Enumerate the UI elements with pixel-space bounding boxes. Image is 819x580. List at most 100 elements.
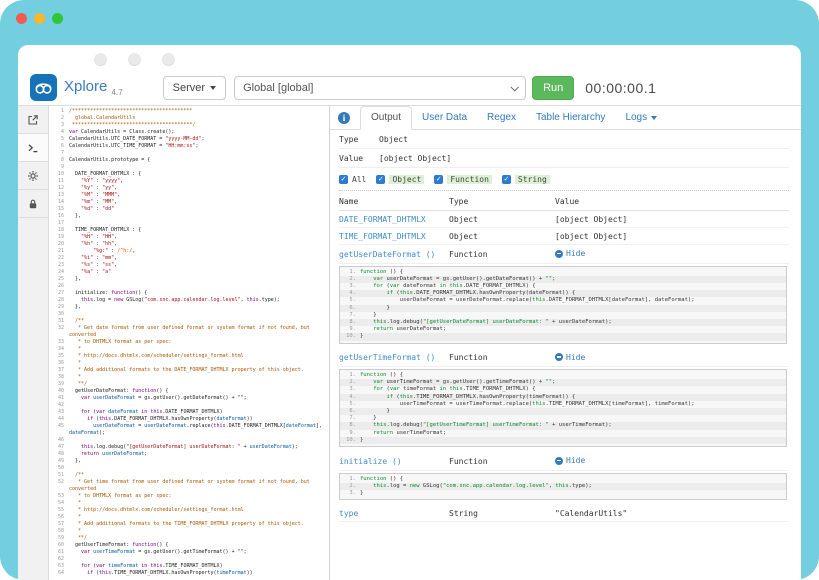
tab-label: Output — [371, 112, 401, 123]
source-line-text: userDateFormat = userDateFormat.replace(… — [360, 297, 786, 304]
zoom-window-button[interactable] — [52, 13, 63, 24]
hide-label: Hide — [566, 456, 585, 465]
line-number: 30 — [49, 311, 69, 318]
checkbox-checked-icon[interactable] — [502, 175, 511, 184]
property-type: Function — [449, 353, 555, 362]
property-name-link[interactable]: initialize () — [339, 457, 449, 466]
line-number: 53 — [49, 493, 69, 500]
tab-output[interactable]: Output — [360, 106, 412, 130]
filter-function: Function — [434, 175, 492, 184]
source-line: 10.} — [340, 333, 786, 340]
property-name-link[interactable]: getUserTimeFormat () — [339, 353, 449, 362]
source-line: 7. } — [340, 415, 786, 422]
editor-line: 5CalendarUtils.UTC_DATE_FORMAT = "yyyy-M… — [49, 136, 329, 143]
line-number: 17 — [49, 220, 69, 227]
line-number: 22 — [49, 255, 69, 262]
code-line-text: "%H" : "HH", — [69, 234, 322, 241]
property-name-link[interactable]: getUserDateFormat () — [339, 250, 449, 259]
hide-toggle-link[interactable]: Hide — [555, 249, 585, 258]
sidebar-item-security[interactable] — [18, 190, 48, 218]
source-line: 5. userDateFormat = userDateFormat.repla… — [340, 297, 786, 304]
editor-line: 23 "%s" : "ss", — [49, 262, 329, 269]
sidebar-item-open-new-window[interactable] — [18, 106, 48, 134]
code-line-text: * Get date format from user defined form… — [69, 325, 322, 339]
lock-icon — [27, 198, 39, 210]
code-line-text: * Add additional formats to the TIME_FOR… — [69, 521, 322, 528]
filter-label: Function — [447, 175, 492, 184]
line-number: 51 — [49, 472, 69, 479]
line-number: 43 — [49, 409, 69, 416]
code-line-text: getUserTimeFormat: function() { — [69, 542, 322, 549]
editor-line: 30 — [49, 311, 329, 318]
code-line-text: TIME_FORMAT_DHTMLX : { — [69, 227, 322, 234]
line-number: 13 — [49, 192, 69, 199]
source-line: 3. for (var dateFormat in this.DATE_FORM… — [340, 283, 786, 290]
server-dropdown-button[interactable]: Server — [163, 76, 226, 100]
line-number: 2. — [340, 483, 360, 490]
editor-line: 29 }, — [49, 304, 329, 311]
tab-table-hierarchy[interactable]: Table Hierarchy — [526, 107, 615, 129]
editor-line: 39 **/ — [49, 381, 329, 388]
checkbox-checked-icon[interactable] — [434, 175, 443, 184]
line-number: 12 — [49, 185, 69, 192]
scope-select[interactable]: Global [global] — [234, 76, 526, 100]
line-number: 21 — [49, 248, 69, 255]
code-line-text: * — [69, 346, 322, 353]
property-type: Function — [449, 457, 555, 466]
editor-line: 6CalendarUtils.UTC_TIME_FORMAT = "HH:mm:… — [49, 143, 329, 150]
sidebar-item-terminal[interactable] — [18, 134, 48, 162]
source-line-text: } — [360, 333, 786, 340]
code-line-text: * — [69, 374, 322, 381]
code-line-text: CalendarUtils.UTC_TIME_FORMAT = "HH:mm:s… — [69, 143, 322, 150]
hide-toggle-link[interactable]: Hide — [555, 456, 585, 465]
editor-line: 16 }, — [49, 213, 329, 220]
app-header: Xplore 4.7 Server Global [global] Run 00… — [18, 70, 801, 106]
checkbox-checked-icon[interactable] — [339, 175, 348, 184]
line-number: 4. — [340, 394, 360, 401]
checkbox-checked-icon[interactable] — [376, 175, 385, 184]
line-number: 35 — [49, 353, 69, 360]
editor-line: 3 **************************************… — [49, 122, 329, 129]
function-source-block: 1.function () {2. this.log = new GSLog("… — [339, 473, 787, 501]
line-number: 40 — [49, 388, 69, 395]
property-name-link[interactable]: DATE_FORMAT_DHTMLX — [339, 215, 449, 224]
code-line-text — [69, 311, 322, 318]
code-editor[interactable]: 1/**************************************… — [49, 106, 330, 580]
line-number: 54 — [49, 500, 69, 507]
code-line-text: return userDateFormat; — [69, 451, 322, 458]
line-number: 8 — [49, 157, 69, 164]
source-line: 4. if (this.TIME_FORMAT_DHTMLX.hasOwnPro… — [340, 394, 786, 401]
tab-logs[interactable]: Logs — [615, 107, 667, 129]
property-value: [object Object] — [555, 215, 789, 224]
editor-line: 32 * Get date format from user defined f… — [49, 325, 329, 339]
line-number: 6 — [49, 143, 69, 150]
line-number: 24 — [49, 269, 69, 276]
property-name-link[interactable]: type — [339, 509, 449, 518]
inner-window-chrome — [18, 45, 801, 70]
code-line-text: "%g:" : /^h:/, — [69, 248, 322, 255]
line-number: 3. — [340, 490, 360, 497]
run-button[interactable]: Run — [532, 76, 574, 100]
editor-line: 17 — [49, 220, 329, 227]
property-value: [object Object] — [555, 232, 789, 241]
sidebar-item-settings[interactable] — [18, 162, 48, 190]
code-line-text: this.log = new GSLog("com.snc.app.calend… — [69, 297, 322, 304]
tab-regex[interactable]: Regex — [477, 107, 526, 129]
hide-label: Hide — [566, 249, 585, 258]
caret-down-icon — [210, 86, 216, 90]
minimize-window-button[interactable] — [34, 13, 45, 24]
source-line-text: var userTimeFormat = gs.getUser().getTim… — [360, 379, 786, 386]
info-icon[interactable] — [338, 112, 350, 124]
property-name-link[interactable]: TIME_FORMAT_DHTMLX — [339, 232, 449, 241]
results-tabbar: Output User DataRegexTable HierarchyLogs — [330, 106, 801, 130]
tab-user-data[interactable]: User Data — [412, 107, 477, 129]
editor-line: 8CalendarUtils.prototype = { — [49, 157, 329, 164]
source-line: 2. var userTimeFormat = gs.getUser().get… — [340, 379, 786, 386]
source-line-text: userTimeFormat = userTimeFormat.replace(… — [360, 401, 786, 408]
property-row: initialize ()Function Hide — [339, 452, 789, 471]
close-window-button[interactable] — [16, 13, 27, 24]
line-number: 2 — [49, 115, 69, 122]
line-number: 20 — [49, 241, 69, 248]
line-number: 5. — [340, 401, 360, 408]
hide-toggle-link[interactable]: Hide — [555, 353, 585, 362]
